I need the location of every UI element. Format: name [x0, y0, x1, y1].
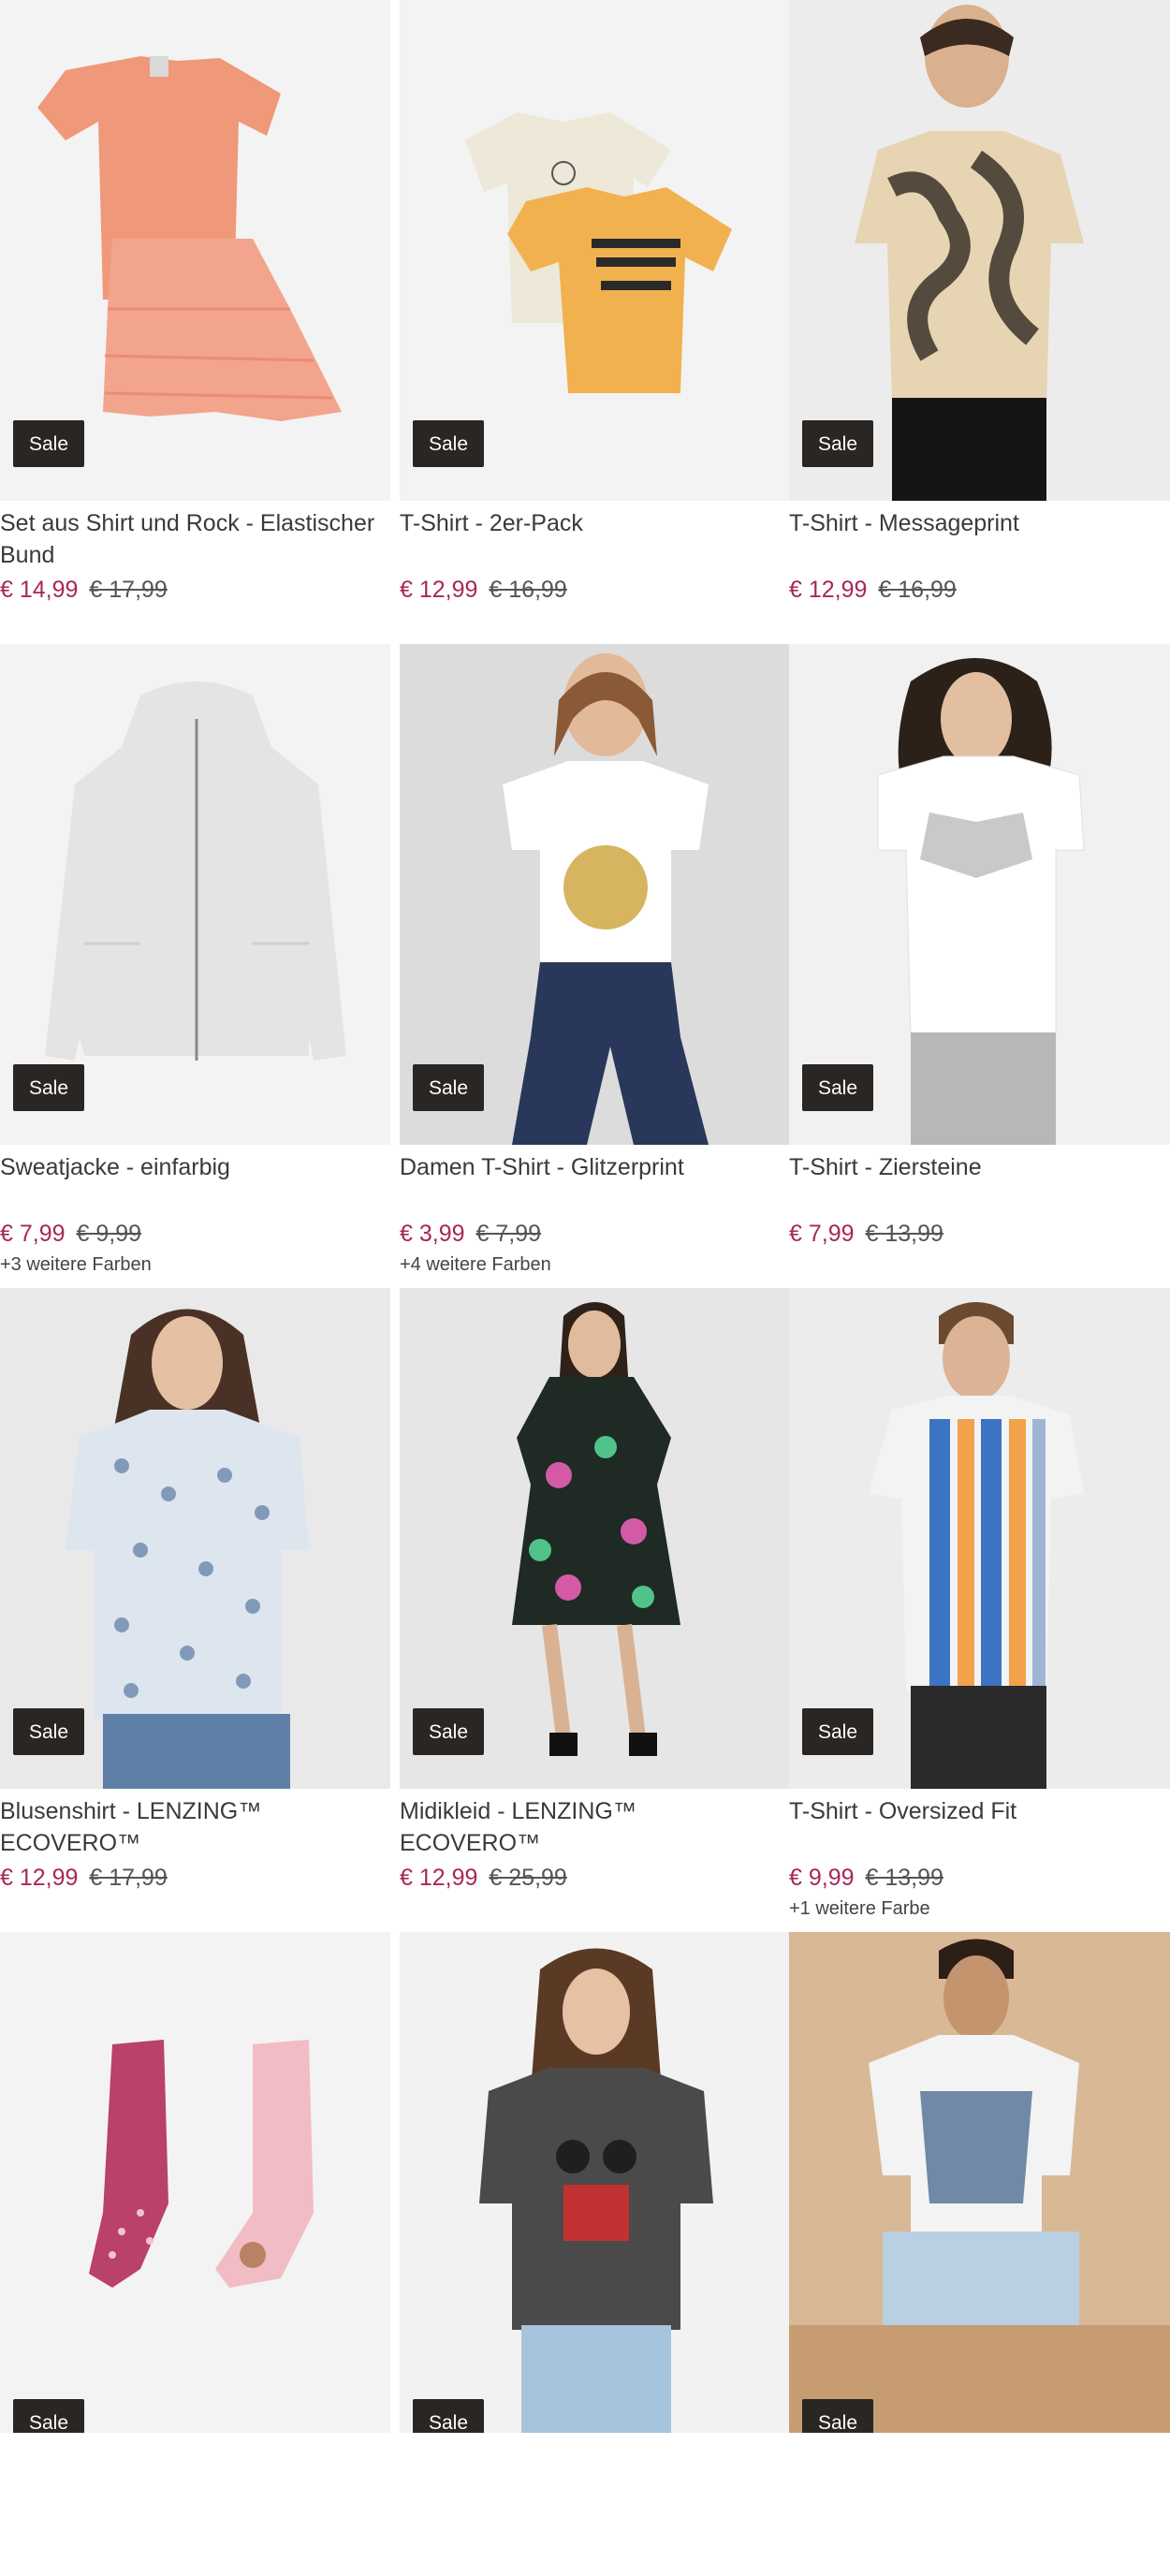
product-title[interactable]: Set aus Shirt und Rock - Elastischer Bun… [0, 507, 390, 571]
product-card[interactable]: Sale T-Shirt - Messageprint € 12,99 € 16,… [782, 0, 1170, 644]
product-info[interactable]: T-Shirt - Messageprint € 12,99 € 16,99 [789, 507, 1170, 610]
product-image[interactable]: Sale [400, 644, 791, 1145]
product-image[interactable]: Sale [0, 1288, 390, 1789]
old-price: € 9,99 [76, 1221, 142, 1247]
price-row: € 12,99 € 17,99 [0, 1864, 390, 1892]
sale-price: € 12,99 [400, 1865, 478, 1891]
old-price: € 13,99 [865, 1221, 943, 1247]
product-card[interactable]: Sale T-Shirt - Oversized Fit € 9,99 € 13,… [782, 1288, 1170, 1932]
product-card[interactable]: Sale [782, 1932, 1170, 2576]
product-card[interactable]: Sale Midikleid - LENZING™ ECOVERO™ € 12,… [390, 1288, 791, 1932]
sale-badge: Sale [13, 420, 85, 467]
sale-badge: Sale [13, 1064, 85, 1111]
price-row: € 3,99 € 7,99 [400, 1220, 782, 1248]
product-image[interactable]: Sale [0, 644, 390, 1145]
sale-badge: Sale [13, 1708, 85, 1755]
product-image[interactable]: Sale [789, 1932, 1170, 2433]
product-info[interactable]: Sweatjacke - einfarbig € 7,99 € 9,99 +3 w… [0, 1151, 390, 1276]
product-image[interactable]: Sale [0, 1932, 390, 2433]
old-price: € 17,99 [89, 1865, 168, 1891]
product-title[interactable]: Damen T-Shirt - Glitzerprint [400, 1151, 782, 1215]
product-image[interactable]: Sale [0, 0, 390, 501]
product-title[interactable]: T-Shirt - Ziersteine [789, 1151, 1170, 1215]
product-image[interactable]: Sale [400, 0, 791, 501]
product-info[interactable]: T-Shirt - Oversized Fit € 9,99 € 13,99 +1… [789, 1795, 1170, 1920]
sale-badge: Sale [802, 1708, 874, 1755]
more-colors[interactable]: +1 weitere Farbe [789, 1898, 1170, 1920]
price-row: € 12,99 € 25,99 [400, 1864, 782, 1892]
product-image[interactable]: Sale [789, 0, 1170, 501]
product-title[interactable]: Midikleid - LENZING™ ECOVERO™ [400, 1795, 782, 1859]
product-info[interactable]: T-Shirt - Ziersteine € 7,99 € 13,99 [789, 1151, 1170, 1254]
old-price: € 13,99 [865, 1865, 943, 1891]
product-image[interactable]: Sale [789, 1288, 1170, 1789]
old-price: € 17,99 [89, 577, 168, 603]
product-info[interactable]: Midikleid - LENZING™ ECOVERO™ € 12,99 € 2… [400, 1795, 782, 1898]
sale-badge: Sale [413, 1064, 485, 1111]
product-card[interactable]: Sale T-Shirt - Ziersteine € 7,99 € 13,99 [782, 644, 1170, 1288]
sale-price: € 3,99 [400, 1221, 465, 1247]
old-price: € 16,99 [878, 577, 957, 603]
sale-price: € 7,99 [0, 1221, 66, 1247]
sale-price: € 12,99 [0, 1865, 79, 1891]
product-card[interactable]: Sale T-Shirt - 2er-Pack € 12,99 € 16,99 [390, 0, 791, 644]
price-row: € 14,99 € 17,99 [0, 576, 390, 604]
product-card[interactable]: Sale Damen T-Shirt - Glitzerprint € 3,99… [390, 644, 791, 1288]
sale-badge: Sale [802, 420, 874, 467]
product-title[interactable]: T-Shirt - Messageprint [789, 507, 1170, 571]
more-colors[interactable]: +3 weitere Farben [0, 1254, 390, 1276]
price-row: € 12,99 € 16,99 [400, 576, 782, 604]
sale-badge: Sale [13, 2399, 85, 2433]
product-card[interactable]: Sale Set aus Shirt und Rock - Elastische… [0, 0, 390, 644]
old-price: € 25,99 [489, 1865, 567, 1891]
product-title[interactable]: T-Shirt - 2er-Pack [400, 507, 782, 571]
product-card[interactable]: Sale Sweatjacke - einfarbig € 7,99 € 9,99… [0, 644, 390, 1288]
sale-price: € 7,99 [789, 1221, 855, 1247]
old-price: € 7,99 [475, 1221, 542, 1247]
product-image[interactable]: Sale [400, 1932, 791, 2433]
product-title[interactable]: T-Shirt - Oversized Fit [789, 1795, 1170, 1859]
sale-price: € 12,99 [400, 577, 478, 603]
price-row: € 9,99 € 13,99 [789, 1864, 1170, 1892]
product-info[interactable]: Blusenshirt - LENZING™ ECOVERO™ € 12,99 €… [0, 1795, 390, 1898]
more-colors[interactable]: +4 weitere Farben [400, 1254, 782, 1276]
old-price: € 16,99 [489, 577, 567, 603]
product-title[interactable]: Blusenshirt - LENZING™ ECOVERO™ [0, 1795, 390, 1859]
product-image[interactable]: Sale [789, 644, 1170, 1145]
price-row: € 12,99 € 16,99 [789, 576, 1170, 604]
product-card[interactable]: Sale [0, 1932, 390, 2576]
price-row: € 7,99 € 13,99 [789, 1220, 1170, 1248]
sale-badge: Sale [413, 1708, 485, 1755]
product-title[interactable]: Sweatjacke - einfarbig [0, 1151, 390, 1215]
price-row: € 7,99 € 9,99 [0, 1220, 390, 1248]
sale-badge: Sale [413, 2399, 485, 2433]
product-card[interactable]: Sale [390, 1932, 791, 2576]
product-image[interactable]: Sale [400, 1288, 791, 1789]
product-info[interactable]: Damen T-Shirt - Glitzerprint € 3,99 € 7,9… [400, 1151, 782, 1276]
sale-badge: Sale [802, 1064, 874, 1111]
product-info[interactable]: T-Shirt - 2er-Pack € 12,99 € 16,99 [400, 507, 782, 610]
product-info[interactable]: Set aus Shirt und Rock - Elastischer Bun… [0, 507, 390, 610]
sale-badge: Sale [802, 2399, 874, 2433]
sale-price: € 9,99 [789, 1865, 855, 1891]
sale-price: € 12,99 [789, 577, 868, 603]
product-grid: Sale Set aus Shirt und Rock - Elastische… [0, 0, 1170, 2576]
product-card[interactable]: Sale Blusenshirt - LENZING™ ECOVERO™ € 1… [0, 1288, 390, 1932]
sale-badge: Sale [413, 420, 485, 467]
sale-price: € 14,99 [0, 577, 79, 603]
